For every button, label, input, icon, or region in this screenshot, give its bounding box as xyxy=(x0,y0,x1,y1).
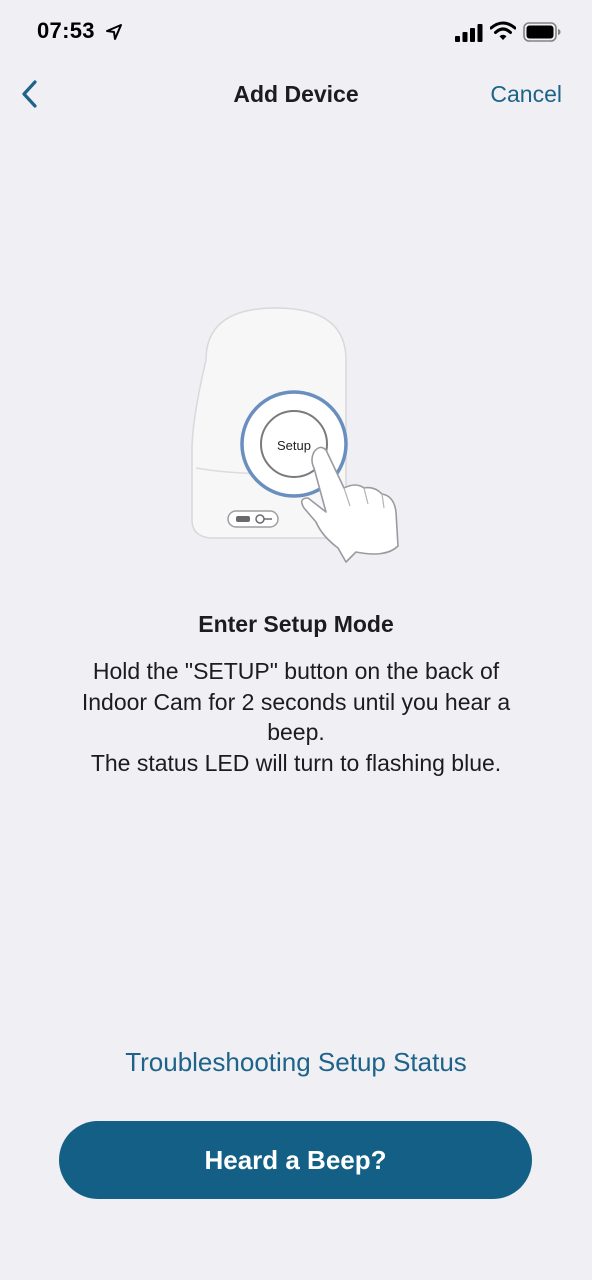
camera-setup-illustration: Setup xyxy=(191,307,399,563)
wifi-icon xyxy=(490,21,516,40)
status-bar: 07:53 xyxy=(0,0,592,64)
step-description-line: The status LED will turn to flashing blu… xyxy=(90,749,502,776)
step-description-line: beep. xyxy=(267,719,325,745)
location-arrow-icon xyxy=(106,24,122,40)
cellular-signal-icon xyxy=(455,24,483,42)
cancel-button[interactable]: Cancel xyxy=(490,81,562,108)
step-title: Enter Setup Mode xyxy=(198,611,394,637)
step-description-line: Hold the "SETUP" button on the back of xyxy=(92,658,500,684)
heard-a-beep-button[interactable]: Heard a Beep? xyxy=(59,1121,532,1199)
status-time: 07:53 xyxy=(37,18,95,43)
step-description: Hold the "SETUP" button on the back of I… xyxy=(40,656,552,778)
setup-button-label: Setup xyxy=(277,438,311,453)
navigation-bar: Add Device Cancel xyxy=(0,64,592,126)
battery-icon xyxy=(523,22,561,42)
troubleshooting-link[interactable]: Troubleshooting Setup Status xyxy=(0,1047,592,1078)
step-description-line: Indoor Cam for 2 seconds until you hear … xyxy=(81,688,511,715)
